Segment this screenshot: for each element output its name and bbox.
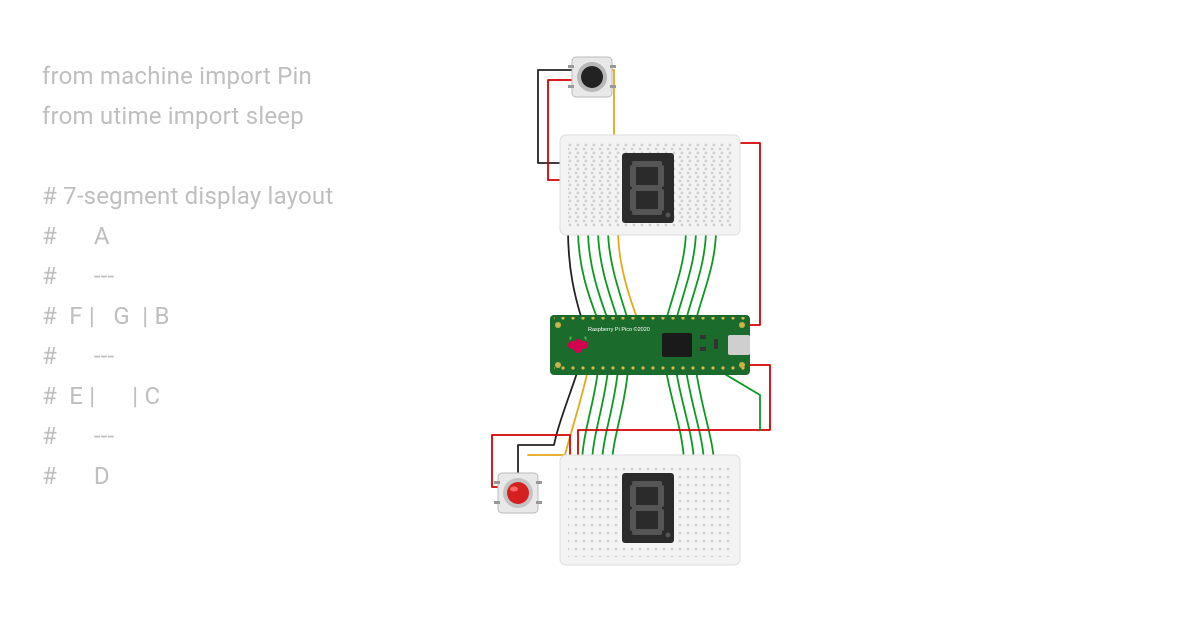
- code-line: # D: [42, 462, 110, 490]
- seven-segment-bottom: [622, 473, 674, 543]
- code-line: # F | G | B: [42, 302, 170, 330]
- board-label: Raspberry Pi Pico ©2020: [588, 326, 650, 333]
- seven-segment-top: [622, 153, 674, 223]
- code-line: # E | | C: [42, 382, 160, 410]
- code-line: from utime import sleep: [42, 102, 304, 130]
- code-line: # A: [42, 222, 110, 250]
- circuit-diagram: Raspberry Pi Pico ©2020: [470, 35, 810, 595]
- code-line: from machine import Pin: [42, 62, 312, 90]
- pushbutton-bottom: [494, 473, 542, 513]
- code-line: # ---: [42, 342, 114, 370]
- raspberry-pi-pico: Raspberry Pi Pico ©2020: [550, 315, 750, 375]
- code-line: # ---: [42, 262, 114, 290]
- code-snippet: from machine import Pin from utime impor…: [42, 56, 333, 496]
- code-line: # ---: [42, 422, 114, 450]
- code-line: # 7-segment display layout: [42, 182, 333, 210]
- pushbutton-top: [568, 57, 616, 97]
